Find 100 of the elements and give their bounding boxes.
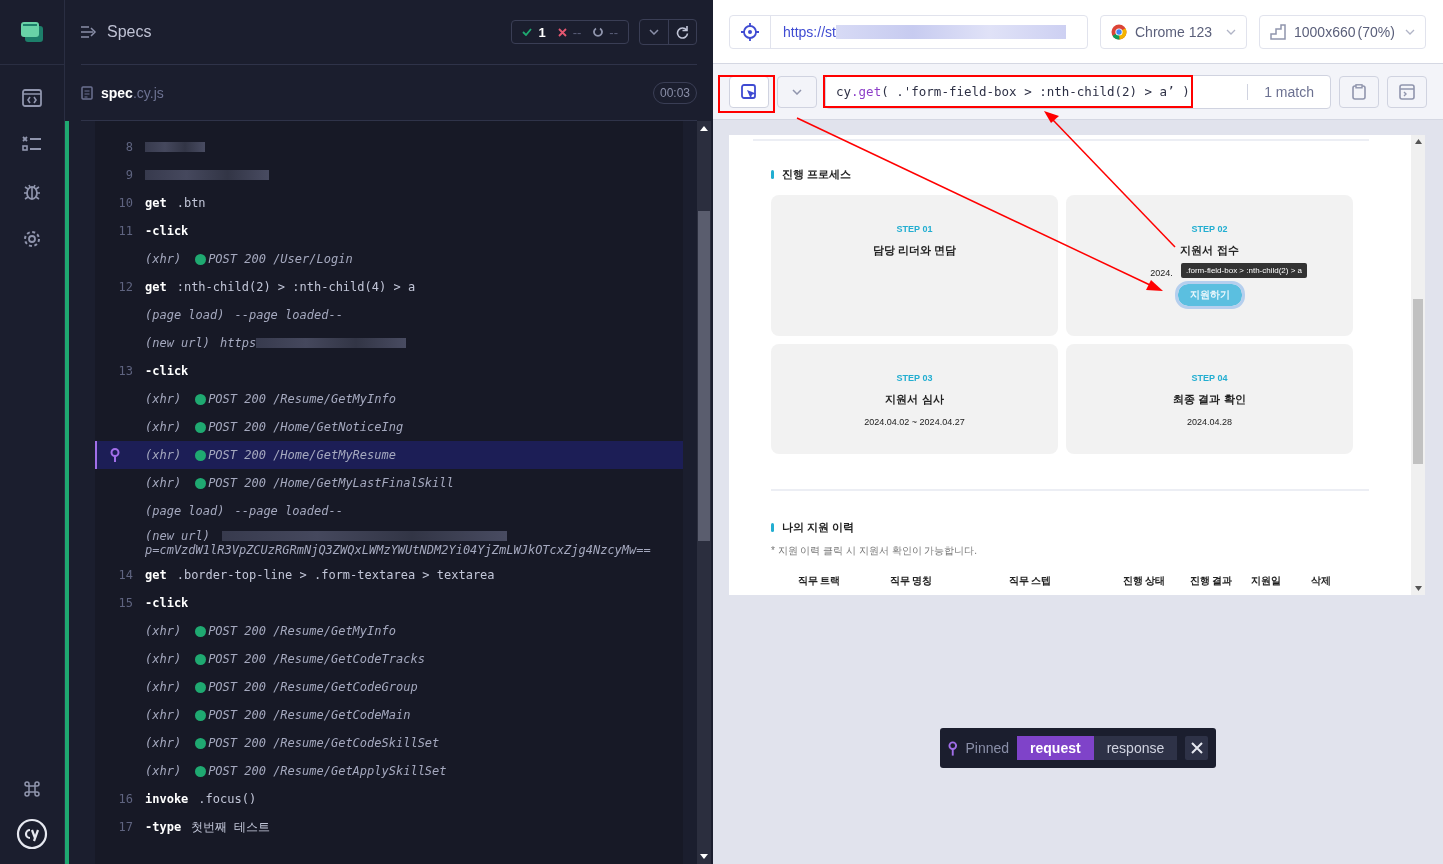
cursor-icon — [741, 83, 757, 100]
url-field[interactable]: https://st — [729, 14, 1088, 49]
selector-button[interactable] — [729, 75, 769, 108]
selector-field[interactable]: cy.get( .'form-field-box > :nth-child(2) > a’ ) 1 match — [825, 74, 1331, 109]
section-title: 나의 지원 이력 — [782, 520, 855, 535]
request-text: POST 200 /Home/GetMyResume — [208, 448, 396, 462]
status-dot — [195, 681, 207, 693]
selector-tooltip: .form-field-box > :nth-child(2) > a — [1181, 263, 1308, 278]
command-message: .border-top-line > .form-textarea > textarea — [176, 568, 495, 582]
scrollbar[interactable] — [697, 121, 711, 864]
status-dot — [195, 653, 207, 665]
url-text: https — [220, 336, 257, 350]
annotation-box — [718, 75, 775, 113]
console-icon — [1399, 83, 1415, 100]
line-number: 11 — [117, 224, 134, 238]
event-label: (xhr) — [145, 680, 182, 694]
settings-icon[interactable] — [22, 229, 42, 249]
command-name: -click — [145, 224, 189, 238]
pinned-tab[interactable]: response — [1093, 736, 1178, 760]
event-label: (xhr) — [145, 476, 182, 490]
event-label: (xhr) — [145, 652, 182, 666]
step-label: STEP 02 — [1191, 224, 1228, 234]
event-label: (xhr) — [145, 252, 182, 266]
app-logo-icon[interactable] — [21, 22, 43, 42]
specs-menu-icon[interactable] — [81, 26, 97, 38]
step-title: 지원서 접수 — [1180, 243, 1239, 258]
pinned-tab[interactable]: request — [1017, 736, 1094, 760]
status-dot — [195, 737, 207, 749]
scroll-down-icon[interactable] — [700, 854, 708, 860]
line-number: 14 — [117, 568, 134, 582]
viewport-dropdown[interactable]: 1000x660(70%) — [1259, 14, 1426, 49]
command-message: .btn — [176, 196, 206, 210]
caret-icon — [1405, 28, 1415, 35]
status-dot — [195, 253, 207, 265]
event-label: (xhr) — [145, 392, 182, 406]
close-button[interactable] — [1185, 736, 1208, 760]
line-number: 16 — [117, 792, 134, 806]
request-text: POST 200 /Resume/GetApplySkillSet — [208, 764, 447, 778]
scroll-up-icon[interactable] — [1414, 139, 1422, 144]
step-date: 2024.04.28 — [1186, 417, 1232, 427]
viewport-scale: (70%) — [1357, 23, 1395, 40]
pending-count: -- — [609, 24, 618, 40]
code-window-icon[interactable] — [22, 89, 42, 107]
scroll-up-icon[interactable] — [700, 125, 708, 131]
crosshair-icon[interactable] — [741, 22, 759, 41]
step-title: 최종 결과 확인 — [1173, 392, 1246, 407]
line-number: 8 — [124, 140, 134, 154]
failed-count: -- — [572, 24, 582, 40]
line-number: 13 — [117, 364, 134, 378]
chevron-down-icon — [792, 88, 802, 95]
command-name: -click — [145, 364, 189, 378]
event-label: (new url) — [145, 336, 211, 350]
browser-dropdown[interactable]: Chrome 123 — [1100, 14, 1247, 49]
status-dot — [195, 449, 207, 461]
line-number: 12 — [117, 280, 134, 294]
cross-icon — [557, 27, 567, 37]
event-label: (page load) — [145, 308, 225, 322]
command-message: 첫번째 테스트 — [191, 818, 271, 836]
request-text: POST 200 /Resume/GetCodeMain — [208, 708, 411, 722]
command-name: get — [145, 280, 167, 294]
panel-title: Specs — [107, 23, 152, 41]
spinner-icon — [593, 27, 604, 37]
browser-name: Chrome 123 — [1135, 23, 1213, 40]
pin-icon — [948, 740, 958, 756]
brand-logo-icon[interactable] — [16, 818, 48, 850]
command-key-icon[interactable] — [23, 780, 41, 798]
url-text: https://st — [783, 23, 836, 40]
event-label: (xhr) — [145, 420, 182, 434]
event-label: (xhr) — [145, 764, 182, 778]
refresh-icon — [676, 25, 689, 39]
command-message: :nth-child(2) > :nth-child(4) > a — [176, 280, 416, 294]
redacted-text — [145, 142, 205, 152]
column-header: 진행 상태 — [1122, 575, 1166, 586]
passed-count: 1 — [538, 24, 546, 40]
event-message: --page loaded-- — [234, 504, 343, 518]
line-number: 17 — [117, 820, 134, 834]
command-name: -click — [145, 596, 189, 610]
request-text: POST 200 /Home/GetMyLastFinalSkill — [208, 476, 454, 490]
request-text: POST 200 /Resume/GetMyInfo — [208, 624, 396, 638]
event-message: --page loaded-- — [234, 308, 343, 322]
command-name: invoke — [145, 792, 189, 806]
request-text: POST 200 /Resume/GetCodeSkillSet — [208, 736, 440, 750]
step-label: STEP 03 — [896, 373, 933, 383]
status-dot — [195, 625, 207, 637]
request-text: POST 200 /User/Login — [208, 252, 353, 266]
scroll-down-icon[interactable] — [1414, 586, 1422, 591]
ruler-icon — [1270, 23, 1286, 40]
event-label: (xhr) — [145, 736, 182, 750]
event-label: (xhr) — [145, 624, 182, 638]
checklist-icon[interactable] — [22, 135, 42, 153]
status-dot — [195, 709, 207, 721]
scrollbar[interactable] — [1411, 135, 1425, 595]
line-number: 10 — [117, 196, 134, 210]
step-label: STEP 04 — [1191, 373, 1228, 383]
event-label: (xhr) — [145, 708, 182, 722]
request-text: POST 200 /Resume/GetCodeTracks — [208, 652, 425, 666]
column-header: 직무 트랙 — [797, 575, 841, 586]
url-text: p=cmVzdW1lR3VpZCUzRGRmNjQ3ZWQxLWMzYWUtNDM2Yi04YjZmLWJkOTcxZjg4NzcyMw== — [145, 543, 651, 557]
step-title: 지원서 심사 — [885, 392, 944, 407]
command-message: .focus() — [198, 792, 257, 806]
